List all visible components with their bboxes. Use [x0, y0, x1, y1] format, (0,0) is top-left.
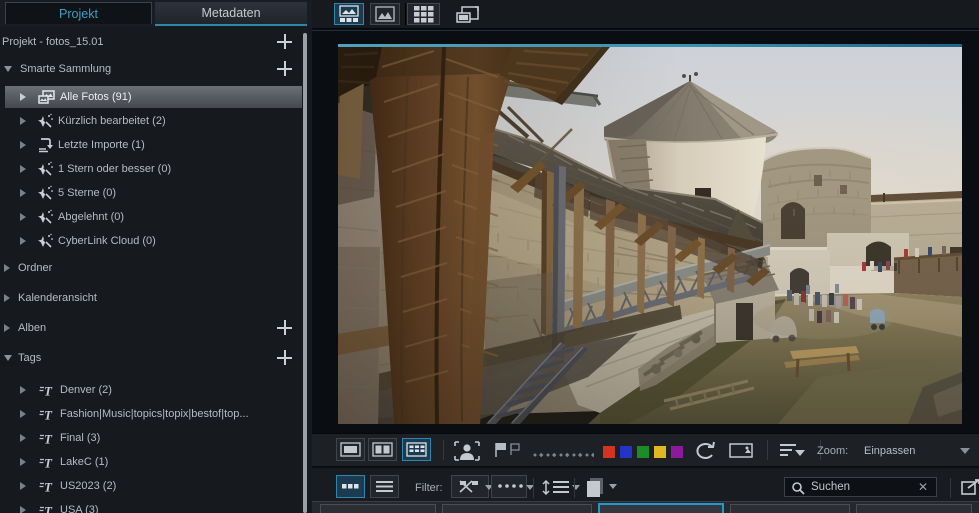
- svg-text:T: T: [44, 384, 53, 398]
- svg-text:T: T: [44, 408, 53, 422]
- svg-text:T: T: [44, 456, 53, 470]
- svg-text:T: T: [44, 480, 53, 494]
- svg-text:T: T: [44, 432, 53, 446]
- svg-text:T: T: [44, 504, 53, 513]
